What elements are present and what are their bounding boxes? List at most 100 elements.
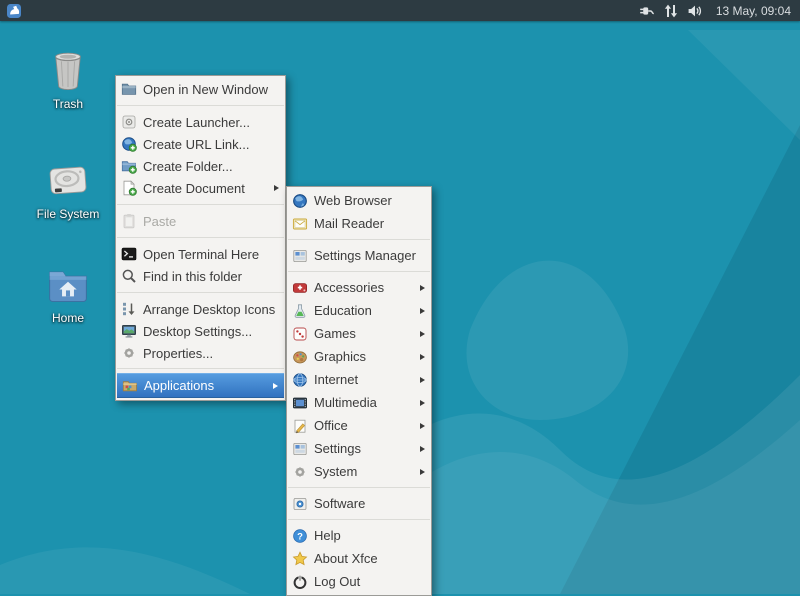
panel-clock[interactable]: 13 May, 09:04 <box>716 4 791 18</box>
desktop-icon-file-system[interactable]: File System <box>36 158 100 221</box>
menu-item-settings-manager[interactable]: Settings Manager <box>287 244 431 267</box>
power-plug-icon[interactable] <box>639 2 656 19</box>
desktop-settings-icon <box>121 323 137 339</box>
menu-item-label: System <box>314 464 414 479</box>
menu-item-internet[interactable]: Internet <box>287 368 431 391</box>
menu-item-label: Web Browser <box>314 193 425 208</box>
menu-item-applications[interactable]: Applications <box>117 373 284 398</box>
paste-icon <box>121 213 137 229</box>
menu-item-label: Help <box>314 528 425 543</box>
menu-item-label: Internet <box>314 372 414 387</box>
desktop-icon-home[interactable]: Home <box>36 262 100 325</box>
gear-icon <box>121 345 137 361</box>
menu-item-open-terminal-here[interactable]: Open Terminal Here <box>116 243 285 265</box>
menu-item-arrange-desktop-icons[interactable]: Arrange Desktop Icons <box>116 298 285 320</box>
menu-separator <box>288 519 430 520</box>
graphics-icon <box>292 349 308 365</box>
desktop-icon-label: Trash <box>53 97 83 111</box>
search-icon <box>121 268 137 284</box>
menu-item-label: Create URL Link... <box>143 137 279 152</box>
submenu-arrow-icon <box>420 400 425 406</box>
menu-item-graphics[interactable]: Graphics <box>287 345 431 368</box>
menu-item-office[interactable]: Office <box>287 414 431 437</box>
menu-item-label: Graphics <box>314 349 414 364</box>
submenu-arrow-icon <box>420 423 425 429</box>
menu-item-label: Desktop Settings... <box>143 324 279 339</box>
logout-icon <box>292 574 308 590</box>
arrange-icons-icon <box>121 301 137 317</box>
menu-item-label: Office <box>314 418 414 433</box>
menu-item-paste: Paste <box>116 210 285 232</box>
desktop-icon-label: Home <box>52 311 84 325</box>
menu-item-label: Create Folder... <box>143 159 279 174</box>
menu-item-open-in-new-window[interactable]: Open in New Window <box>116 78 285 100</box>
menu-separator <box>117 368 284 369</box>
filesystem-icon <box>46 158 90 202</box>
menu-separator <box>288 239 430 240</box>
menu-item-create-url-link[interactable]: Create URL Link... <box>116 133 285 155</box>
menu-item-create-folder[interactable]: Create Folder... <box>116 155 285 177</box>
desktop-context-menu: Open in New Window Create Launcher... Crea… <box>115 75 286 401</box>
menu-separator <box>288 487 430 488</box>
menu-item-label: Education <box>314 303 414 318</box>
software-icon <box>292 496 308 512</box>
submenu-arrow-icon <box>273 383 278 389</box>
menu-item-settings[interactable]: Settings <box>287 437 431 460</box>
svg-text:?: ? <box>297 531 303 542</box>
menu-separator <box>288 271 430 272</box>
menu-item-label: About Xfce <box>314 551 425 566</box>
menu-item-label: Open Terminal Here <box>143 247 279 262</box>
menu-item-software[interactable]: Software <box>287 492 431 515</box>
folder-open-icon <box>121 81 137 97</box>
games-icon <box>292 326 308 342</box>
menu-item-create-document[interactable]: Create Document <box>116 177 285 199</box>
menu-item-games[interactable]: Games <box>287 322 431 345</box>
menu-item-properties[interactable]: Properties... <box>116 342 285 364</box>
submenu-arrow-icon <box>420 377 425 383</box>
menu-item-web-browser[interactable]: Web Browser <box>287 189 431 212</box>
menu-item-label: Log Out <box>314 574 425 589</box>
education-icon <box>292 303 308 319</box>
menu-item-label: Software <box>314 496 425 511</box>
menu-item-label: Games <box>314 326 414 341</box>
submenu-arrow-icon <box>420 331 425 337</box>
network-arrows-icon[interactable] <box>663 2 680 19</box>
desktop-icon-label: File System <box>37 207 100 221</box>
submenu-arrow-icon <box>420 285 425 291</box>
menu-separator <box>117 105 284 106</box>
menu-item-find-in-this-folder[interactable]: Find in this folder <box>116 265 285 287</box>
menu-item-help[interactable]: ? Help <box>287 524 431 547</box>
menu-item-system[interactable]: System <box>287 460 431 483</box>
office-icon <box>292 418 308 434</box>
submenu-arrow-icon <box>420 308 425 314</box>
menu-item-label: Applications <box>144 378 267 393</box>
menu-item-multimedia[interactable]: Multimedia <box>287 391 431 414</box>
menu-item-log-out[interactable]: Log Out <box>287 570 431 593</box>
menu-item-education[interactable]: Education <box>287 299 431 322</box>
xfce-menu-icon[interactable] <box>5 2 22 19</box>
mail-icon <box>292 216 308 232</box>
menu-item-label: Open in New Window <box>143 82 279 97</box>
menu-item-accessories[interactable]: Accessories <box>287 276 431 299</box>
system-icon <box>292 464 308 480</box>
submenu-arrow-icon <box>420 469 425 475</box>
menu-item-about-xfce[interactable]: About Xfce <box>287 547 431 570</box>
desktop-icon-trash[interactable]: Trash <box>36 48 100 111</box>
volume-icon[interactable] <box>687 2 704 19</box>
applications-icon <box>122 378 138 394</box>
menu-item-label: Accessories <box>314 280 414 295</box>
settings-icon <box>292 441 308 457</box>
submenu-arrow-icon <box>420 354 425 360</box>
terminal-icon <box>121 246 137 262</box>
menu-separator <box>117 237 284 238</box>
menu-item-desktop-settings[interactable]: Desktop Settings... <box>116 320 285 342</box>
menu-item-create-launcher[interactable]: Create Launcher... <box>116 111 285 133</box>
desktop[interactable]: { "panel": { "clock": "13 May, 09:04", "… <box>0 0 800 594</box>
menu-item-label: Create Launcher... <box>143 115 279 130</box>
menu-item-label: Multimedia <box>314 395 414 410</box>
menu-item-label: Paste <box>143 214 279 229</box>
launcher-icon <box>121 114 137 130</box>
menu-item-mail-reader[interactable]: Mail Reader <box>287 212 431 235</box>
menu-separator <box>117 292 284 293</box>
about-xfce-icon <box>292 551 308 567</box>
